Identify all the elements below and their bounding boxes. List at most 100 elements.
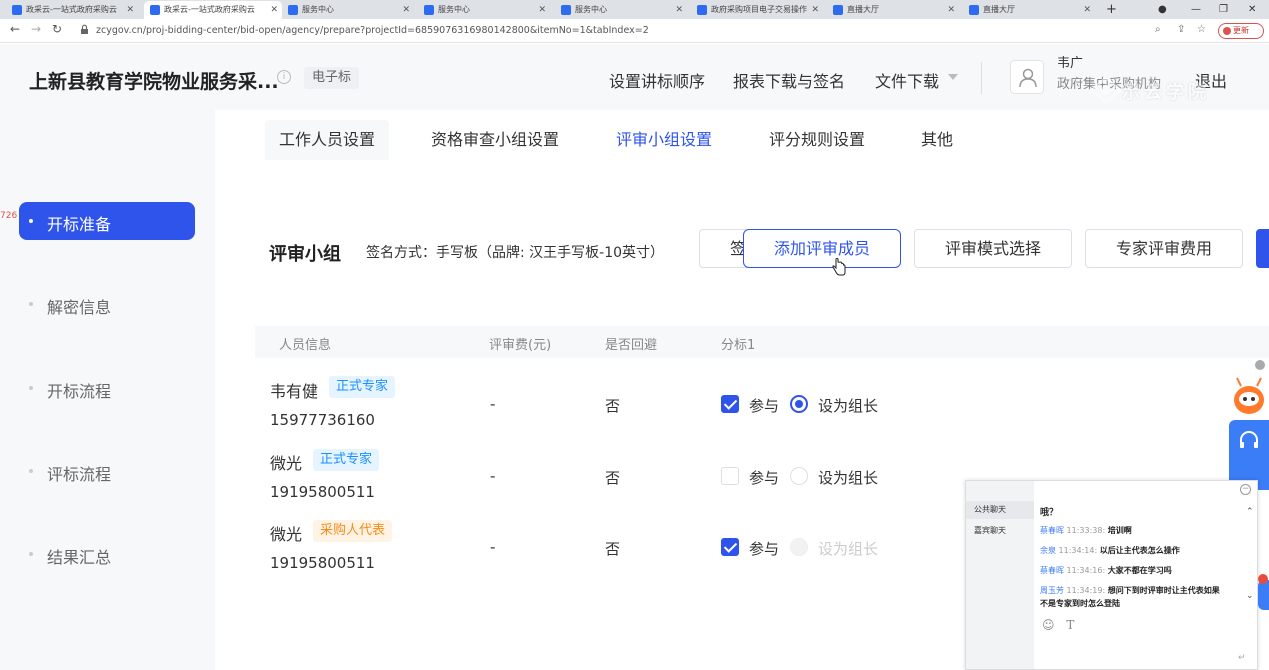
participate-checkbox[interactable] [721, 395, 739, 413]
add-member-button[interactable]: 添加评审成员 [743, 229, 901, 268]
tab-scoring-rules[interactable]: 评分规则设置 [755, 120, 879, 160]
minimize-icon[interactable]: — [1191, 0, 1201, 19]
leader-radio[interactable] [790, 467, 808, 485]
share-icon[interactable]: ⇪ [1177, 24, 1185, 35]
sidebar-item-label: 解密信息 [47, 298, 112, 317]
role-badge: 采购人代表 [313, 520, 393, 542]
chat-message: 蔡春晖 11:34:16: 大家不都在学习吗 [1040, 565, 1172, 576]
user-icon [1019, 68, 1037, 88]
mascot-icon[interactable] [1229, 372, 1269, 420]
reload-icon[interactable]: ↻ [52, 22, 62, 36]
browser-tab[interactable]: 直播大厅 ✕ [827, 1, 959, 19]
chat-time: 11:34:16: [1066, 566, 1106, 575]
browser-tab[interactable]: 政府采购项目电子交易操作 ✕ [691, 1, 823, 19]
expert-fee-button[interactable]: 专家评审费用 [1085, 229, 1243, 268]
chevron-up-icon[interactable]: ⌃ [1246, 507, 1254, 517]
browser-tab[interactable]: 直播大厅 ✕ [963, 1, 1095, 19]
zoom-icon[interactable]: ⌕ [1155, 24, 1161, 35]
chat-message: 周玉芳 11:34:19: 想问下到时评审时让主代表如果 [1040, 585, 1220, 596]
scrollbar-thumb[interactable] [1255, 360, 1265, 370]
sidebar-item-decrypt[interactable]: 解密信息 [19, 285, 195, 323]
update-button[interactable]: 更新 [1218, 23, 1264, 39]
review-mode-button[interactable]: 评审模式选择 [914, 229, 1072, 268]
sidebar-item-label: 评标流程 [47, 465, 112, 484]
text-format-icon[interactable]: T [1066, 618, 1074, 632]
close-icon[interactable]: ✕ [947, 1, 955, 19]
chat-message-continued: 不是专家到时怎么登陆 [1040, 598, 1120, 609]
chat-text: 大家不都在学习吗 [1107, 566, 1172, 575]
member-name: 微光 [270, 454, 303, 473]
url-field[interactable]: zcygov.cn/proj-bidding-center/bid-open/a… [96, 25, 649, 36]
address-bar: ← → ↻ zcygov.cn/proj-bidding-center/bid-… [0, 19, 1269, 43]
user-name: 韦广 [1057, 56, 1084, 71]
nav-report-download[interactable]: 报表下载与签名 [733, 68, 845, 92]
back-icon[interactable]: ← [10, 22, 20, 36]
star-icon[interactable]: ☆ [1197, 24, 1206, 35]
minimize-icon[interactable]: − [1240, 484, 1251, 495]
chat-tab-guest[interactable]: 嘉宾聊天 [974, 525, 1006, 536]
close-icon[interactable]: ✕ [538, 1, 546, 19]
emoji-icon[interactable]: ☺ [1042, 618, 1055, 632]
new-tab-button[interactable]: + [1106, 0, 1117, 19]
participate-checkbox[interactable] [721, 467, 739, 485]
avatar[interactable] [1010, 60, 1044, 94]
tab-title: 政采云-一站式政府采购云 [26, 5, 117, 14]
chevron-down-icon[interactable] [948, 74, 958, 80]
close-icon[interactable]: ✕ [675, 1, 683, 19]
participate-checkbox[interactable] [721, 538, 739, 556]
browser-tab[interactable]: 服务中心 ✕ [418, 1, 550, 19]
tab-title: 服务中心 [575, 5, 607, 14]
sidebar-item-bid-prep[interactable]: 开标准备 [19, 202, 195, 240]
leader-radio[interactable] [790, 538, 808, 556]
watermark-logo-icon [1089, 76, 1123, 104]
tab-review-group[interactable]: 评审小组设置 [602, 120, 726, 160]
close-icon[interactable]: ✕ [1083, 1, 1091, 19]
browser-tab[interactable]: 服务中心 ✕ [555, 1, 687, 19]
more-button[interactable] [1256, 229, 1269, 268]
window-close-icon[interactable]: ✕ [1248, 0, 1256, 19]
leader-label: 设为组长 [818, 397, 879, 415]
sidebar-item-opening-flow[interactable]: 开标流程 [19, 369, 195, 407]
participate-label: 参与 [749, 540, 780, 558]
close-icon[interactable]: ✕ [402, 1, 410, 19]
col-avoid: 是否回避 [605, 338, 658, 353]
tab-other[interactable]: 其他 [907, 120, 967, 160]
sidebar-item-results[interactable]: 结果汇总 [19, 535, 195, 573]
nav-set-order[interactable]: 设置讲标顺序 [609, 68, 705, 92]
chevron-down-icon[interactable]: ⌄ [1246, 591, 1254, 601]
sidebar-item-label: 结果汇总 [47, 548, 112, 567]
sidebar-edge-text: 726 [0, 211, 18, 221]
browser-tab-active[interactable]: 政采云-一站式政府采购云 ✕ [144, 1, 282, 19]
profile-icon[interactable]: ● [1158, 0, 1167, 19]
restore-icon[interactable]: ❐ [1219, 0, 1228, 19]
sidebar-item-evaluation-flow[interactable]: 评标流程 [19, 452, 195, 490]
leader-radio[interactable] [790, 395, 808, 413]
favicon-icon [833, 5, 843, 15]
lock-icon [81, 24, 88, 34]
tab-qualification-group[interactable]: 资格审查小组设置 [417, 120, 573, 160]
nav-file-download[interactable]: 文件下载 [875, 68, 939, 92]
forward-icon[interactable]: → [31, 22, 41, 36]
tab-title: 服务中心 [438, 5, 470, 14]
browser-tab[interactable]: 服务中心 ✕ [282, 1, 414, 19]
header-divider [981, 62, 982, 94]
info-icon[interactable]: i [277, 70, 291, 84]
update-label: 更新 [1233, 26, 1249, 35]
chat-message: 余泉 11:34:14: 以后让主代表怎么操作 [1040, 545, 1180, 556]
participate-label: 参与 [749, 469, 780, 487]
chat-sender: 蔡春晖 [1040, 526, 1064, 535]
close-icon[interactable]: ✕ [270, 1, 278, 19]
chat-text: 想问下到时评审时让主代表如果 [1107, 586, 1220, 595]
chat-tab-public[interactable]: 公共聊天 [966, 501, 1034, 519]
sign-method-text: 签名方式：手写板（品牌: 汉王手写板-10英寸） [366, 245, 665, 261]
page-title: 上新县教育学院物业服务采... [29, 71, 279, 93]
bullet-icon [29, 552, 33, 556]
browser-tab[interactable]: 政采云-一站式政府采购云 ✕ [6, 1, 138, 19]
tab-staff-settings[interactable]: 工作人员设置 [265, 120, 390, 160]
chat-toolbar: ☺ T [1042, 618, 1074, 632]
favicon-icon [697, 5, 707, 15]
close-icon[interactable]: ✕ [811, 1, 819, 19]
resize-handle-icon[interactable]: ↵ [1238, 653, 1246, 663]
close-icon[interactable]: ✕ [126, 1, 134, 19]
side-float-button[interactable] [1258, 580, 1269, 610]
